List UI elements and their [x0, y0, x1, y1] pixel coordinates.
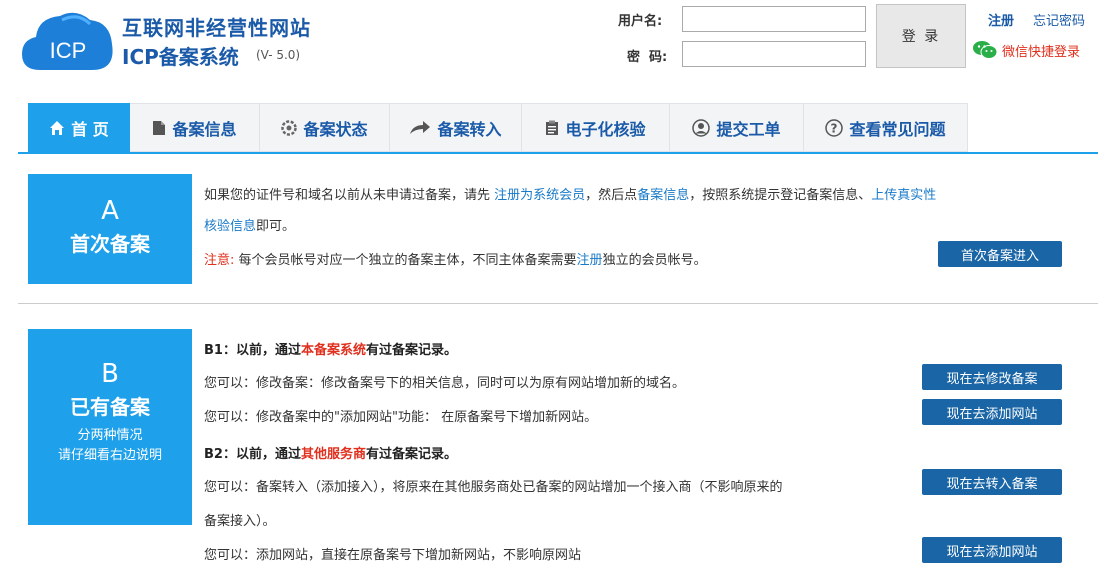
- b1-option-add-site: 您可以：修改备案中的"添加网站"功能： 在原备案号下增加新网站。: [204, 410, 598, 425]
- nav-label: 首 页: [71, 119, 109, 139]
- section-a-line1: 如果您的证件号和域名以前从未申请过备案，请先 注册为系统会员，然后点备案信息，按…: [204, 188, 937, 203]
- document-icon: [153, 120, 166, 135]
- register-member-link[interactable]: 注册为系统会员: [494, 188, 585, 203]
- cloud-icon: ICP: [22, 12, 113, 71]
- nav-home[interactable]: 首 页: [28, 103, 130, 152]
- b2-option-transfer: 您可以：备案转入（添加接入），将原来在其他服务商处已备案的网站增加一个接入商（不…: [204, 480, 783, 495]
- nav-label: 提交工单: [716, 119, 781, 139]
- system-title: ICP备案系统: [122, 45, 239, 69]
- logo-text: ICP: [50, 38, 87, 63]
- user-icon: [692, 118, 711, 137]
- nav-record-status[interactable]: 备案状态: [260, 103, 390, 152]
- arrow-icon: [410, 120, 431, 134]
- section-letter-b: B: [101, 359, 119, 389]
- b1-option-modify: 您可以：修改备案：修改备案号下的相关信息，同时可以为原有网站增加新的域名。: [204, 376, 686, 391]
- forgot-password-link[interactable]: 忘记密码: [1033, 10, 1085, 29]
- nav-submit-ticket[interactable]: 提交工单: [670, 103, 804, 152]
- wechat-login-label: 微信快捷登录: [1002, 44, 1081, 60]
- verification-info-link[interactable]: 核验信息: [204, 219, 256, 234]
- nav-faq[interactable]: ? 查看常见问题: [804, 103, 968, 152]
- wechat-login-link[interactable]: 微信快捷登录: [972, 40, 1080, 60]
- note-register-link[interactable]: 注册: [577, 253, 603, 268]
- version-label: (V- 5.0): [256, 48, 301, 62]
- icp-logo: ICP: [18, 4, 118, 74]
- first-record-enter-button[interactable]: 首次备案进入: [938, 241, 1062, 267]
- nav-label: 备案信息: [172, 119, 237, 139]
- b2-option-add-site: 您可以：添加网站，直接在原备案号下增加新网站，不影响原网站: [204, 548, 582, 563]
- add-site-button-2[interactable]: 现在去添加网站: [922, 537, 1062, 563]
- modify-record-button[interactable]: 现在去修改备案: [922, 364, 1062, 390]
- first-record-box: A 首次备案: [28, 174, 192, 284]
- nav-electronic-verification[interactable]: 电子化核验: [522, 103, 670, 152]
- password-input[interactable]: [682, 41, 866, 67]
- nav-label: 备案状态: [303, 119, 368, 139]
- main-nav: 首 页 备案信息 备案状态 备案转入 电子化核验 提交工单 ? 查看常见问题: [28, 103, 968, 152]
- upload-verification-link[interactable]: 上传真实性: [871, 188, 936, 203]
- nav-label: 电子化核验: [565, 119, 646, 139]
- b2-heading: B2：以前，通过其他服务商有过备案记录。: [204, 447, 457, 462]
- section-name-a: 首次备案: [70, 232, 150, 256]
- section-a-line2: 核验信息即可。: [204, 219, 296, 234]
- svg-text:?: ?: [831, 121, 838, 135]
- nav-label: 备案转入: [437, 119, 502, 139]
- password-label: 密 码:: [627, 50, 668, 65]
- b2-option-transfer-cont: 备案接入）。: [204, 514, 276, 529]
- home-icon: [50, 120, 65, 135]
- question-icon: ?: [825, 118, 844, 137]
- clipboard-icon: [546, 120, 559, 135]
- section-b-sub1: 分两种情况: [77, 428, 143, 443]
- note-label: 注意:: [204, 253, 235, 268]
- login-button[interactable]: 登 录: [876, 4, 966, 68]
- nav-underline: [18, 152, 1098, 154]
- nav-label: 查看常见问题: [849, 119, 946, 139]
- wechat-icon: [973, 41, 998, 59]
- register-link[interactable]: 注册: [988, 10, 1014, 29]
- add-site-button[interactable]: 现在去添加网站: [922, 399, 1062, 425]
- nav-record-info[interactable]: 备案信息: [130, 103, 260, 152]
- existing-record-box: B 已有备案 分两种情况 请仔细看右边说明: [28, 329, 192, 525]
- record-info-link[interactable]: 备案信息: [637, 188, 689, 203]
- transfer-record-button[interactable]: 现在去转入备案: [922, 469, 1062, 495]
- site-title: 互联网非经营性网站: [122, 16, 311, 40]
- section-divider: [18, 303, 1098, 304]
- b1-heading: B1：以前，通过本备案系统有过备案记录。: [204, 343, 457, 358]
- section-b-sub2: 请仔细看右边说明: [57, 448, 162, 463]
- section-letter-a: A: [101, 196, 119, 226]
- nav-record-transfer[interactable]: 备案转入: [390, 103, 522, 152]
- username-label: 用户名:: [618, 14, 663, 29]
- username-input[interactable]: [682, 6, 866, 32]
- section-name-b: 已有备案: [70, 395, 150, 419]
- section-a-note: 注意: 每个会员帐号对应一个独立的备案主体，不同主体备案需要注册独立的会员帐号。: [204, 253, 707, 268]
- gear-icon: [281, 119, 298, 136]
